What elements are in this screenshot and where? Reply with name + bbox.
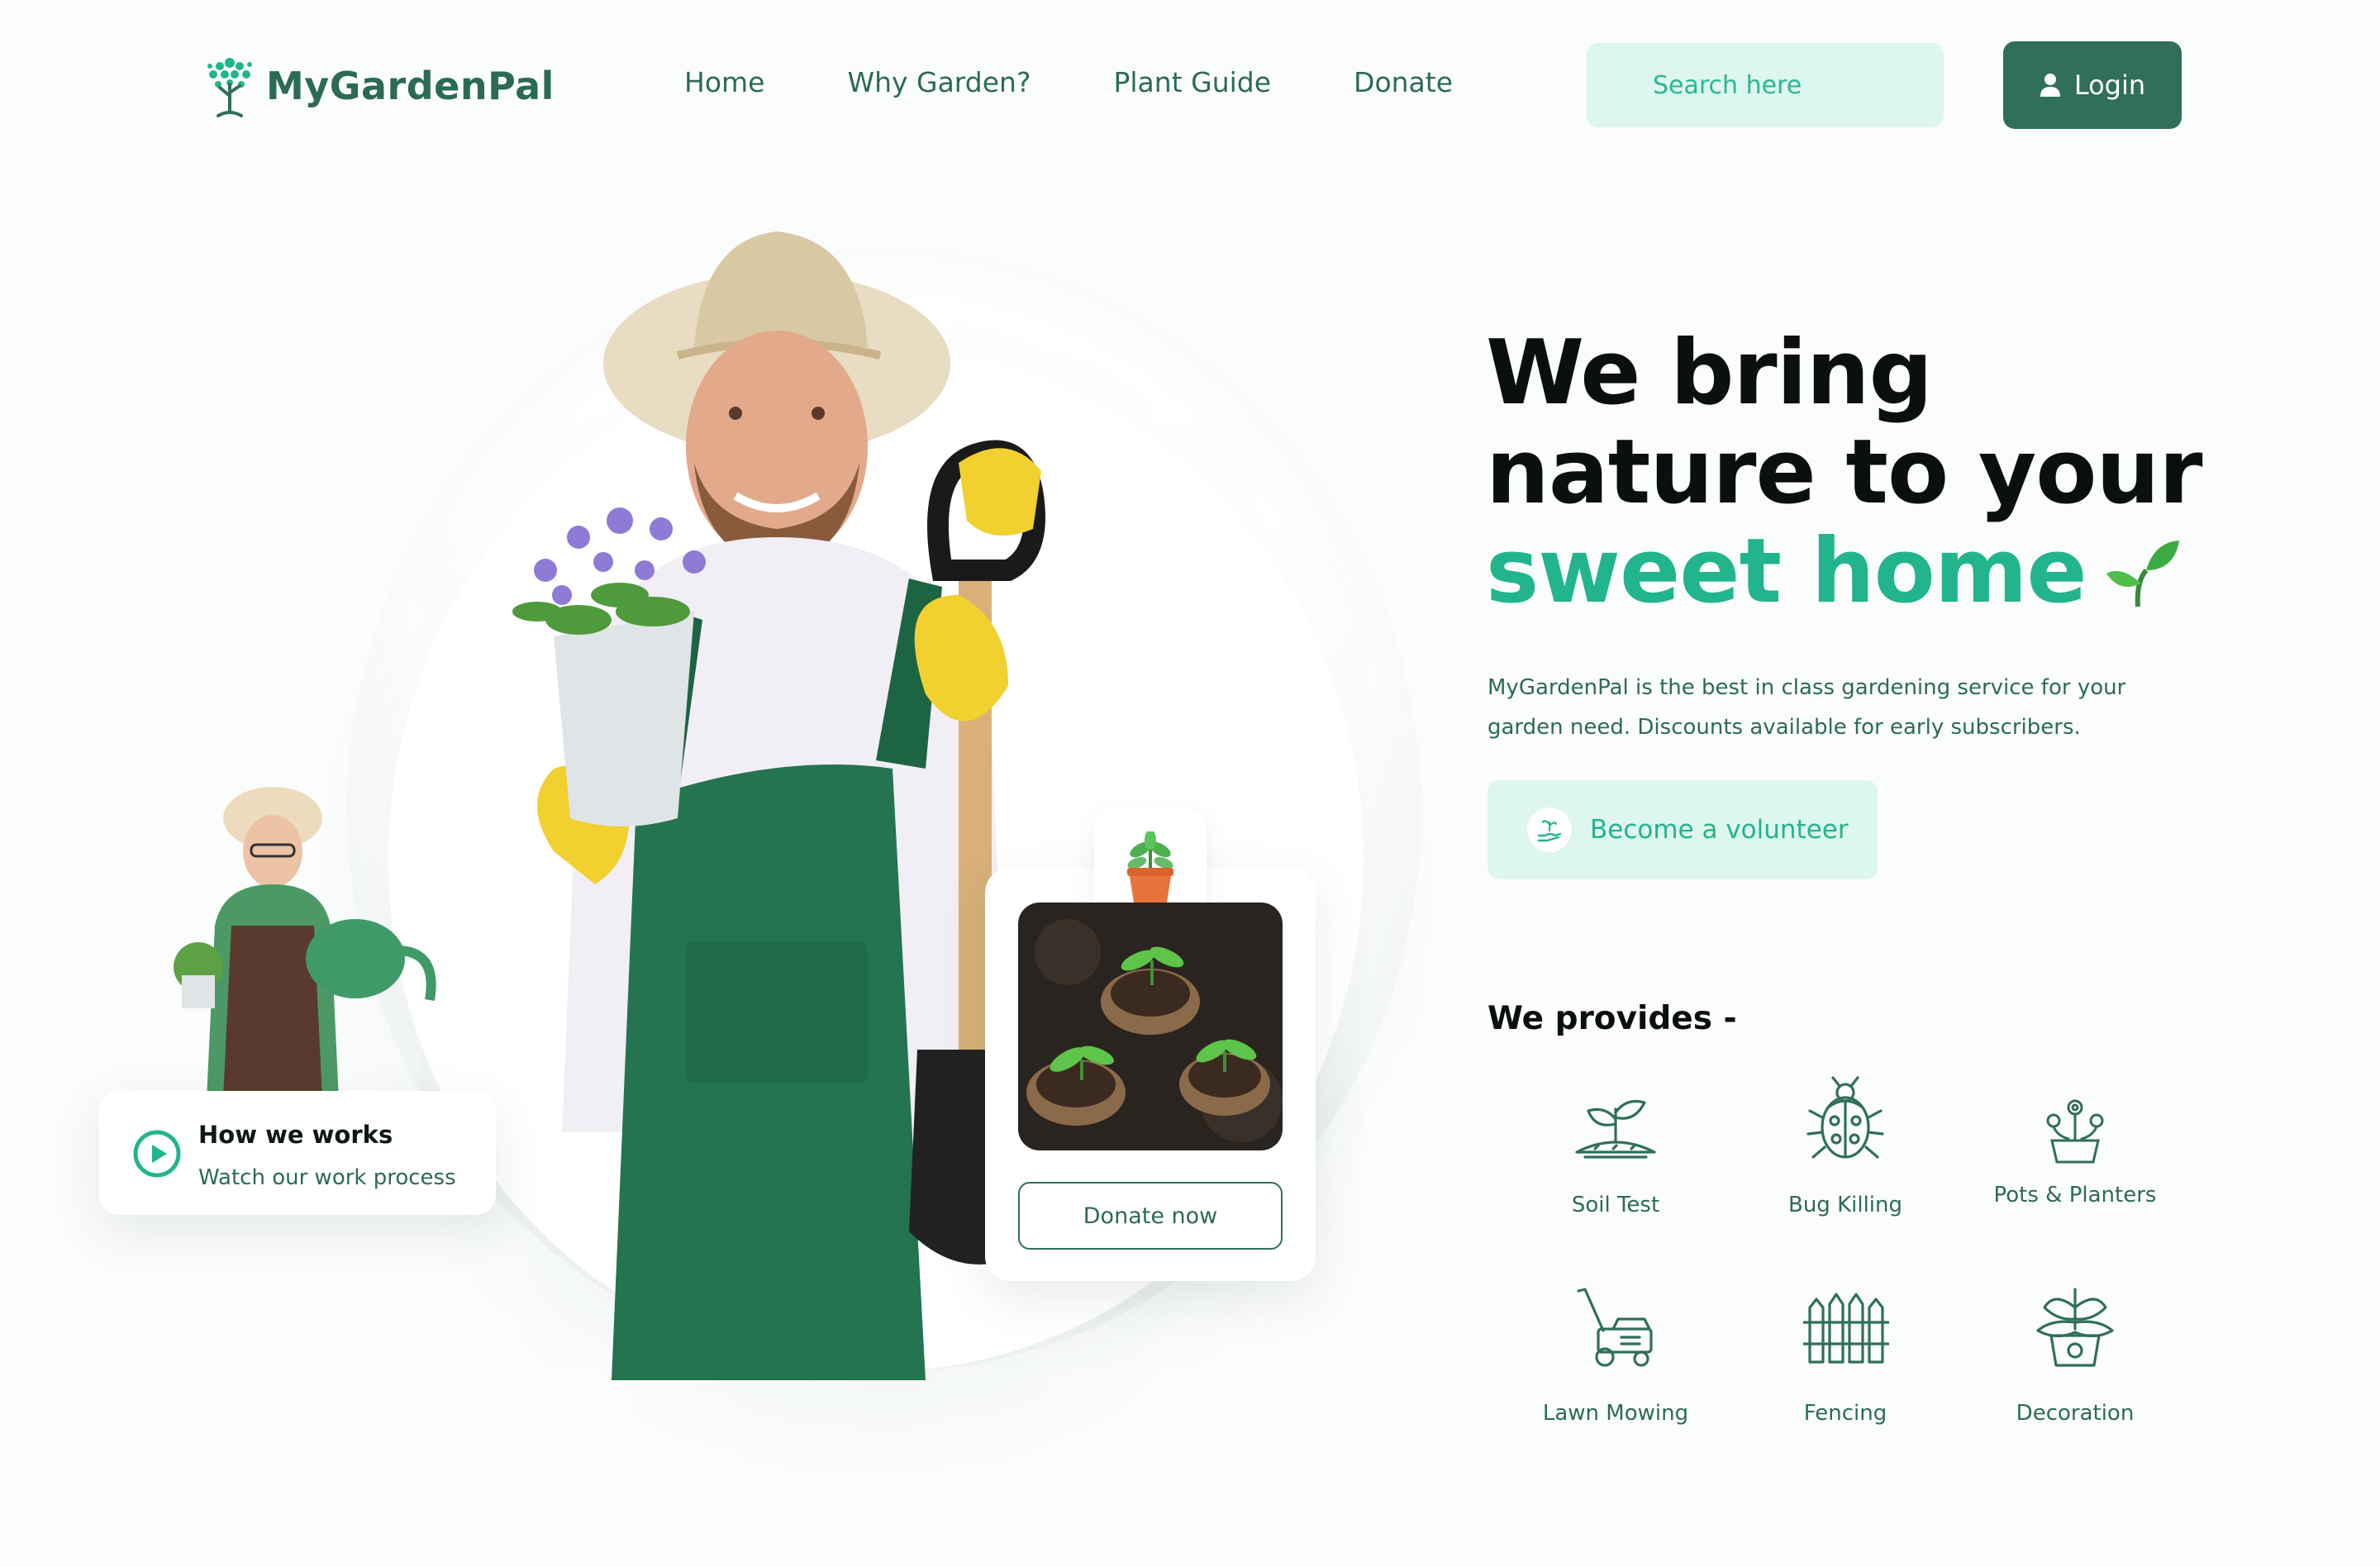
service-bug-killing[interactable]: Bug Killing (1730, 1074, 1960, 1265)
service-label: Bug Killing (1787, 1193, 1902, 1217)
service-pots-planters[interactable]: Pots & Planters (1960, 1074, 2190, 1265)
nav-plant-guide[interactable]: Plant Guide (1113, 66, 1271, 98)
hero-headline: We bring nature to your sweet home (1486, 321, 2203, 622)
brand-name: MyGardenPal (266, 64, 555, 108)
brand-logo[interactable]: MyGardenPal (202, 51, 555, 121)
donate-now-button[interactable]: Donate now (1018, 1182, 1283, 1250)
headline-line-2: nature to your (1486, 421, 2203, 524)
service-label: Pots & Planters (1993, 1183, 2157, 1207)
service-label: Fencing (1803, 1401, 1887, 1426)
hero-description: MyGardenPal is the best in class gardeni… (1488, 675, 2126, 740)
decoration-plant-icon (2036, 1288, 2114, 1367)
nav-why-garden[interactable]: Why Garden? (847, 66, 1031, 98)
provides-title: We provides - (1488, 1000, 1737, 1037)
seedlings-photo (1018, 903, 1283, 1150)
service-lawn-mowing[interactable]: Lawn Mowing (1501, 1283, 1730, 1473)
sprout-icon (2106, 541, 2179, 607)
headline-accent: sweet home (1486, 520, 2087, 623)
woman-gardener-photo (174, 787, 436, 1099)
video-card-title: How we works (198, 1121, 393, 1149)
nav-home[interactable]: Home (684, 66, 764, 98)
service-label: Lawn Mowing (1542, 1401, 1689, 1426)
volunteer-icon-wrap (1527, 807, 1572, 852)
tree-logo-icon (207, 58, 252, 117)
flower-pot-icon (2046, 1099, 2104, 1164)
play-circle-icon[interactable] (132, 1129, 182, 1179)
headline-line-1: We bring (1486, 321, 1933, 425)
become-volunteer-button[interactable]: Become a volunteer (1488, 780, 1878, 879)
service-label: Soil Test (1571, 1193, 1660, 1217)
nav-donate[interactable]: Donate (1354, 66, 1453, 98)
fence-icon (1803, 1293, 1889, 1364)
potted-plant-icon (1127, 831, 1173, 903)
bug-icon (1806, 1076, 1884, 1159)
user-icon (2040, 74, 2060, 97)
soil-test-icon (1575, 1099, 1656, 1159)
service-soil-test[interactable]: Soil Test (1501, 1074, 1730, 1265)
video-card-subtitle: Watch our work process (198, 1165, 456, 1190)
lawn-mower-icon (1577, 1288, 1653, 1367)
search-input[interactable] (1587, 43, 1944, 127)
main-nav: Home Why Garden? Plant Guide Donate (684, 66, 1453, 98)
helping-hand-icon (1537, 820, 1562, 842)
how-we-work-card[interactable]: How we works Watch our work process (99, 1091, 496, 1215)
service-decoration[interactable]: Decoration (1960, 1283, 2190, 1473)
login-label: Login (2073, 69, 2146, 101)
login-button[interactable]: Login (2003, 41, 2182, 129)
headline-accent-line: sweet home (1486, 522, 2181, 622)
service-label: Decoration (2016, 1401, 2135, 1426)
service-fencing[interactable]: Fencing (1730, 1283, 1960, 1473)
services-grid: Soil Test Bug Killing Pots & Planters La… (1501, 1074, 2195, 1473)
volunteer-label: Become a volunteer (1590, 815, 1849, 845)
